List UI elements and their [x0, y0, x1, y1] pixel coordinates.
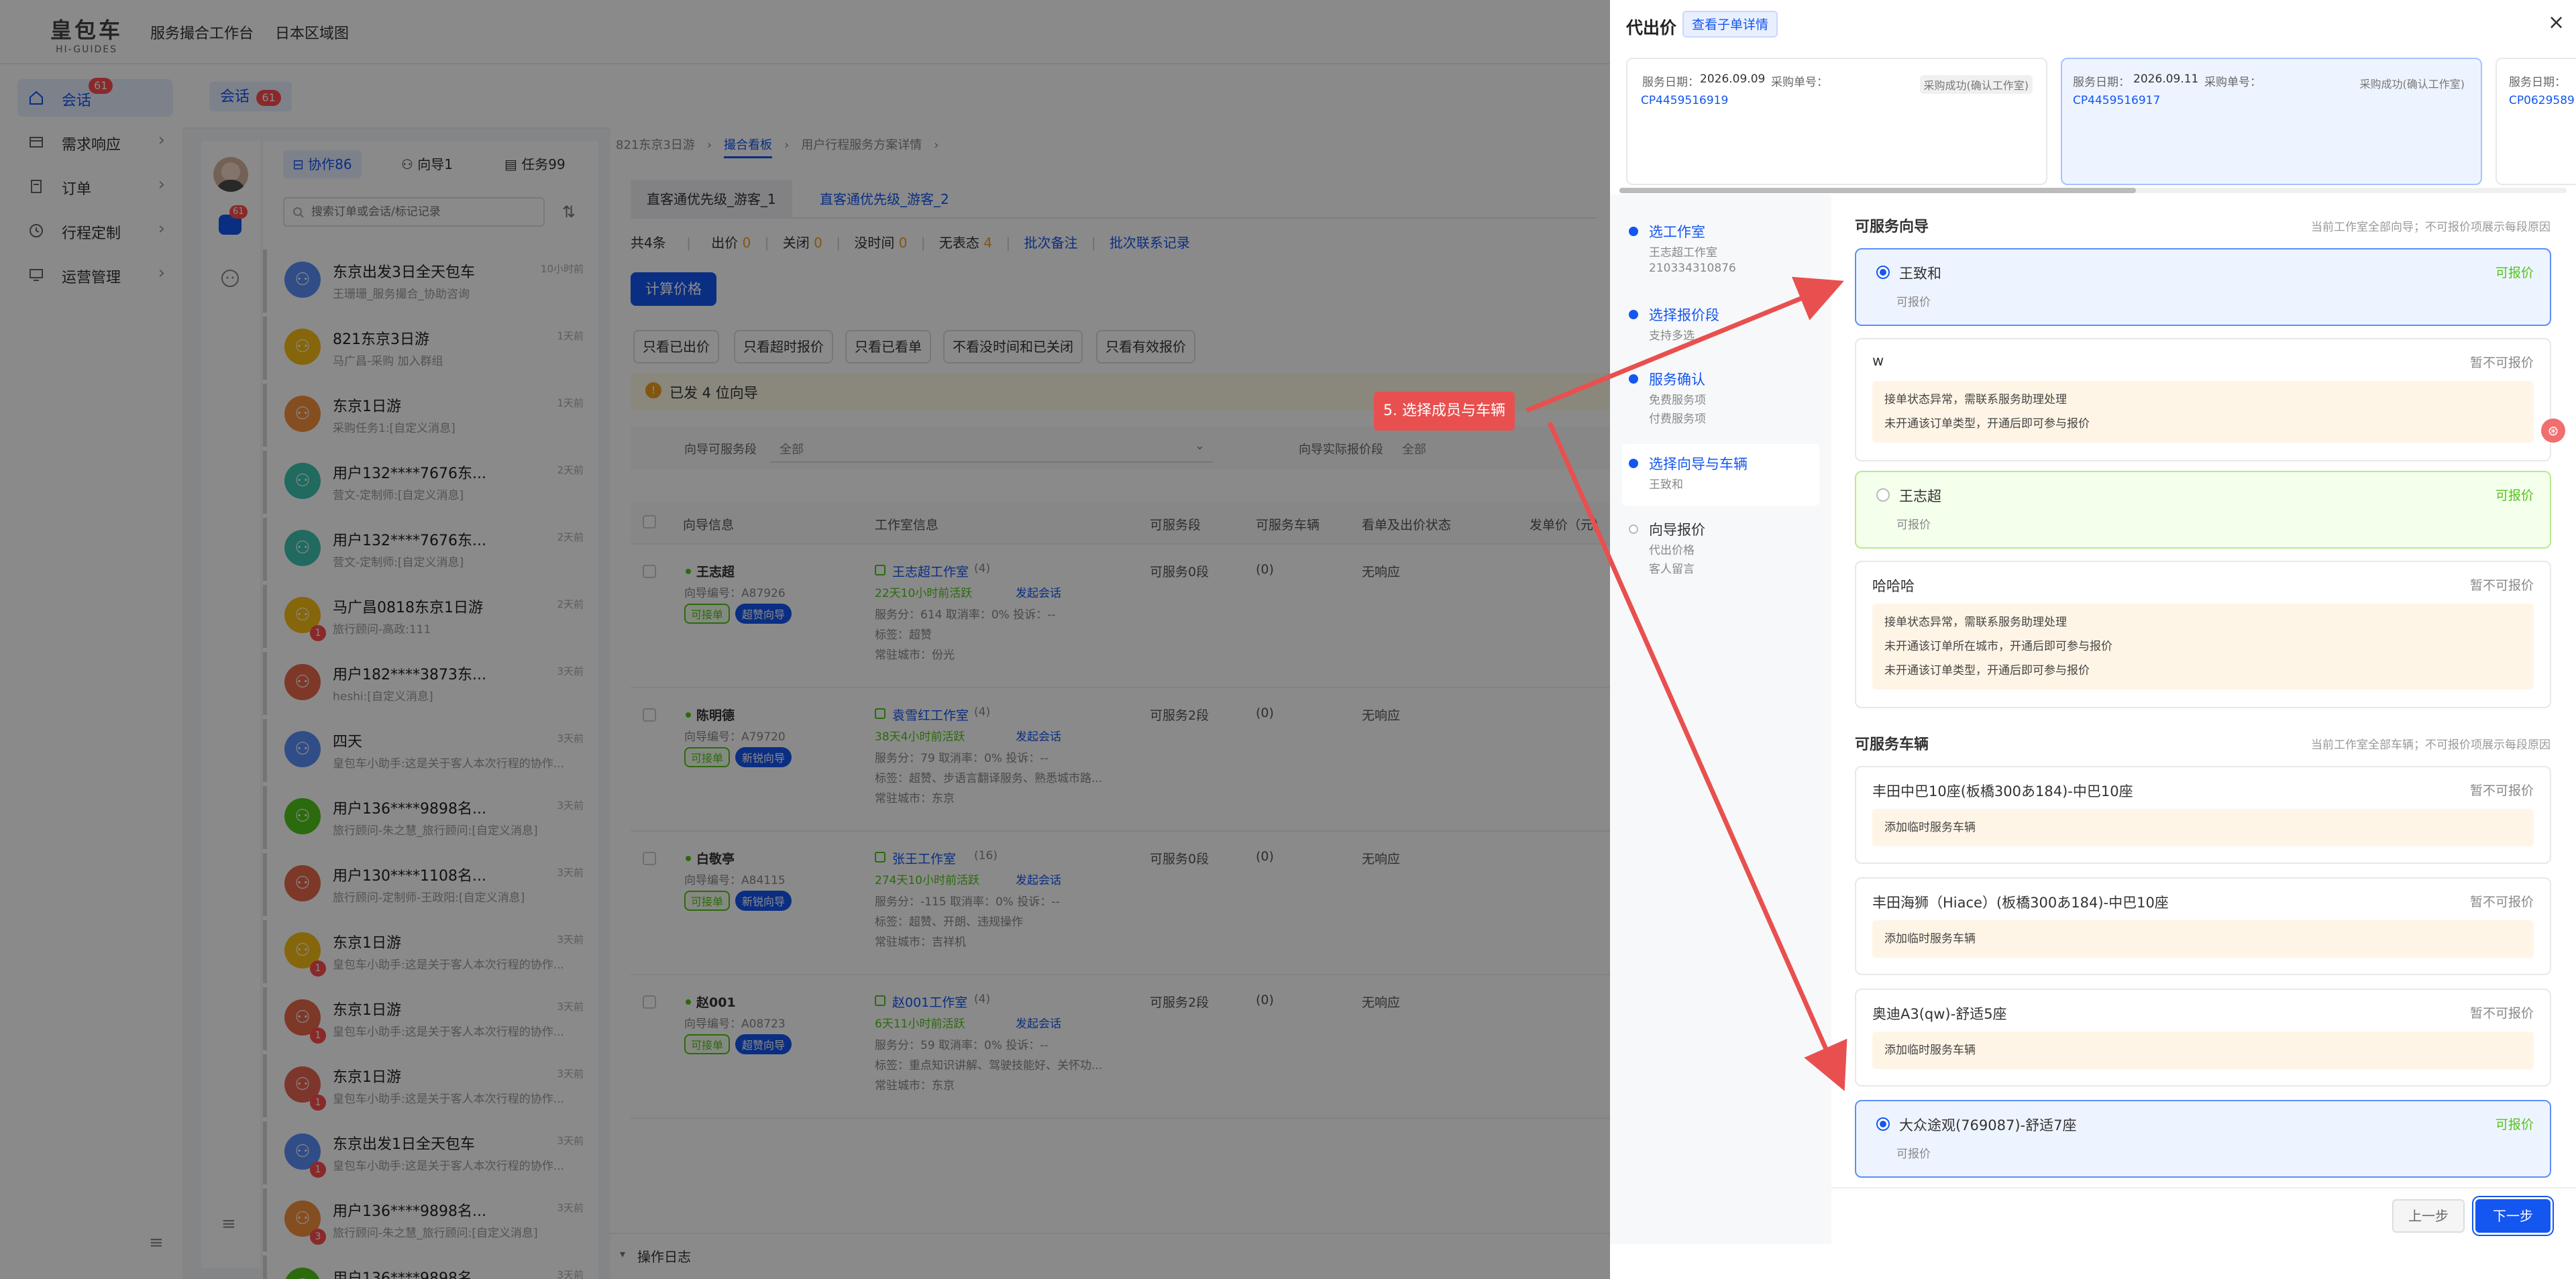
order-card-selected[interactable]: 服务日期： 2026.09.11 采购单号： 采购成功(确认工作室) CP445… [2061, 58, 2482, 185]
option-name: 奥迪A3(qw)-舒适5座 [1872, 1006, 2007, 1022]
vehicle-option: 丰田中巴10座(板橋300あ184)-中巴10座 暂不可报价添加临时服务车辆 [1855, 766, 2551, 864]
prev-step-button[interactable]: 上一步 [2392, 1199, 2465, 1233]
step-dot-icon [1629, 374, 1638, 384]
step-desc: 付费服务项 [1649, 412, 1706, 426]
step-item[interactable]: 选择向导与车辆 王致和 [1622, 444, 1819, 506]
guide-option: w 暂不可报价接单状态异常，需联系服务助理处理未开通该订单类型，开通后即可参与报价 [1855, 338, 2551, 461]
step-title: 选择向导与车辆 [1649, 456, 1748, 472]
card-po-label: 采购单号： [2204, 76, 2261, 89]
modal-mask[interactable] [0, 0, 1610, 1279]
annotation-label: 5. 选择成员与车辆 [1374, 392, 1515, 431]
option-sub: 可报价 [1896, 1148, 1931, 1161]
option-status: 暂不可报价 [2469, 355, 2534, 370]
card-scrollbar[interactable] [1619, 188, 2567, 193]
step-title: 服务确认 [1649, 372, 1705, 388]
card-po-link[interactable]: CP4459516919 [1641, 94, 1728, 107]
warning-text: 添加临时服务车辆 [1884, 821, 1976, 834]
warning-text: 未开通该订单类型，开通后即可参与报价 [1884, 664, 2090, 677]
step-item[interactable]: 向导报价代出价格客人留言 [1622, 519, 1819, 583]
step-item[interactable]: 选择报价段 支持多选 [1622, 304, 1819, 350]
card-date: 2026.09.11 [2133, 72, 2199, 86]
step-dot-icon [1629, 227, 1638, 236]
option-status: 暂不可报价 [2469, 783, 2534, 798]
vehicles-section-hint: 当前工作室全部车辆；不可报价项展示每段原因 [2311, 738, 2551, 752]
option-name: 王致和 [1899, 266, 1941, 282]
step-desc: 客人留言 [1649, 563, 1695, 576]
vehicle-option[interactable]: 大众途观(769087)-舒适7座 可报价 可报价 [1855, 1100, 2551, 1178]
view-suborder-button[interactable]: 查看子单详情 [1682, 11, 1778, 38]
step-dot-icon [1629, 310, 1638, 319]
option-sub: 可报价 [1896, 518, 1931, 532]
step-title: 选工作室 [1649, 224, 1705, 240]
option-status: 可报价 [2495, 488, 2534, 503]
step-item[interactable]: 选工作室王志超工作室 210334310876 [1622, 221, 1819, 286]
guides-section-hint: 当前工作室全部向导；不可报价项展示每段原因 [2311, 221, 2551, 234]
option-status: 暂不可报价 [2469, 895, 2534, 909]
warning-box: 添加临时服务车辆 [1872, 809, 2534, 846]
card-po-link[interactable]: CP0629589 [2509, 94, 2575, 107]
step-desc: 王志超工作室 [1649, 246, 1717, 260]
guide-option: 哈哈哈 暂不可报价接单状态异常，需联系服务助理处理未开通该订单所在城市，开通后即可… [1855, 561, 2551, 708]
option-name: 丰田中巴10座(板橋300あ184)-中巴10座 [1872, 783, 2133, 799]
drawer-title: 代出价 [1626, 18, 1677, 38]
option-name: w [1872, 353, 1884, 369]
warning-text: 接单状态异常，需联系服务助理处理 [1884, 393, 2067, 406]
warning-text: 未开通该订单类型，开通后即可参与报价 [1884, 417, 2090, 431]
step-desc: 免费服务项 [1649, 394, 1706, 407]
card-status: 采购成功(确认工作室) [1919, 75, 2033, 94]
floating-assistant-icon[interactable]: ⊛ [2541, 419, 2565, 443]
radio-button[interactable] [1876, 266, 1890, 279]
warning-text: 添加临时服务车辆 [1884, 932, 1976, 946]
vehicles-section-title: 可服务车辆 [1855, 736, 1929, 753]
guide-option[interactable]: 王致和 可报价 可报价 [1855, 248, 2551, 326]
card-date-label: 服务日期： [2509, 76, 2566, 89]
warning-box: 添加临时服务车辆 [1872, 920, 2534, 958]
step-desc: 支持多选 [1649, 329, 1695, 343]
card-scrollbar-thumb[interactable] [1619, 188, 2136, 193]
card-date-label: 服务日期： [2073, 76, 2130, 89]
vehicle-option: 奥迪A3(qw)-舒适5座 暂不可报价添加临时服务车辆 [1855, 989, 2551, 1087]
option-name: 大众途观(769087)-舒适7座 [1899, 1117, 2077, 1133]
option-name: 丰田海狮（Hiace）(板橋300あ184)-中巴10座 [1872, 895, 2169, 911]
card-po-label: 采购单号： [1771, 76, 1828, 89]
order-card[interactable]: 服务日期： 2026.09.09 采购单号： 采购成功(确认工作室) CP445… [1626, 58, 2047, 185]
card-status: 采购成功(确认工作室) [2359, 78, 2465, 91]
warning-text: 添加临时服务车辆 [1884, 1044, 1976, 1057]
option-status: 可报价 [2495, 266, 2534, 280]
card-date-label: 服务日期： [1642, 76, 1699, 89]
warning-box: 添加临时服务车辆 [1872, 1032, 2534, 1069]
drawer-footer [1831, 1187, 2576, 1188]
step-desc: 王致和 [1649, 478, 1683, 492]
guide-option[interactable]: 王志超 可报价 可报价 [1855, 471, 2551, 549]
option-status: 可报价 [2495, 1117, 2534, 1132]
vehicle-option: 丰田海狮（Hiace）(板橋300あ184)-中巴10座 暂不可报价添加临时服务车… [1855, 877, 2551, 975]
steps-panel [1610, 194, 1831, 1244]
warning-box: 接单状态异常，需联系服务助理处理未开通该订单所在城市，开通后即可参与报价 未开通该… [1872, 604, 2534, 689]
next-step-button[interactable]: 下一步 [2475, 1199, 2551, 1233]
card-date: 2026.09.09 [1700, 72, 1766, 86]
step-item[interactable]: 服务确认免费服务项付费服务项 [1622, 369, 1819, 433]
guides-section-title: 可服务向导 [1855, 219, 1929, 235]
option-status: 暂不可报价 [2469, 1006, 2534, 1021]
option-status: 暂不可报价 [2469, 578, 2534, 593]
radio-button[interactable] [1876, 488, 1890, 502]
option-sub: 可报价 [1896, 296, 1931, 309]
option-name: 王志超 [1899, 488, 1941, 504]
step-title: 向导报价 [1649, 522, 1705, 538]
radio-button[interactable] [1876, 1117, 1890, 1131]
step-desc: 代出价格 [1649, 544, 1695, 557]
warning-text: 未开通该订单所在城市，开通后即可参与报价 [1884, 640, 2112, 653]
step-dot-icon [1629, 524, 1638, 534]
card-po-link[interactable]: CP4459516917 [2073, 94, 2160, 107]
order-card-partial[interactable]: 服务日期： CP0629589 [2496, 58, 2576, 185]
step-dot-icon [1629, 459, 1638, 468]
step-title: 选择报价段 [1649, 307, 1719, 323]
warning-box: 接单状态异常，需联系服务助理处理未开通该订单类型，开通后即可参与报价 [1872, 381, 2534, 443]
step-desc: 210334310876 [1649, 262, 1736, 275]
warning-text: 接单状态异常，需联系服务助理处理 [1884, 616, 2067, 629]
close-icon[interactable]: × [2548, 11, 2565, 34]
option-name: 哈哈哈 [1872, 578, 1915, 594]
